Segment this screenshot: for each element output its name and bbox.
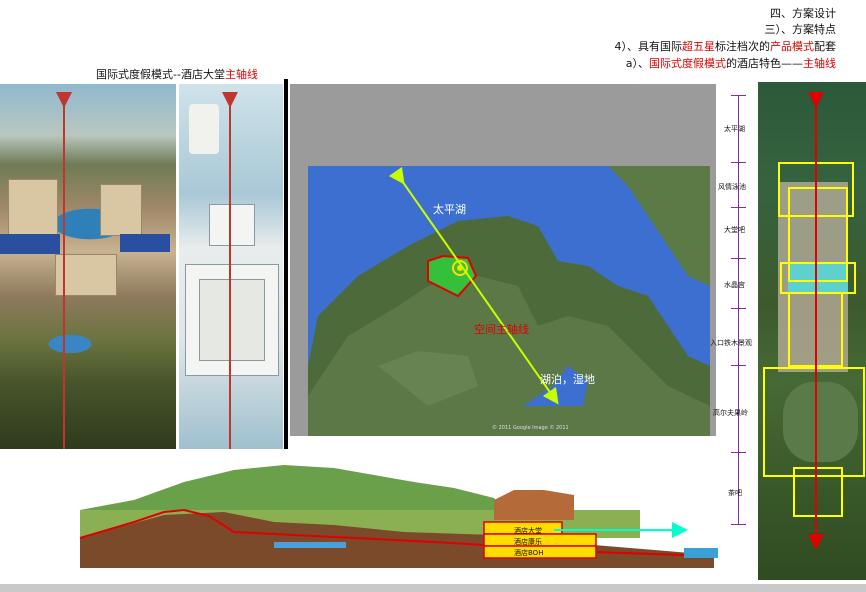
ruler-tick [731,258,746,259]
ruler-label-lake: 太平湖 [724,125,745,133]
master-plan [758,82,866,580]
axis-arrow-photo [56,92,72,449]
ruler-label-golf: 高尔夫果岭 [713,409,748,417]
feature-subheading: a）、国际式度假模式的酒店特色——主轴线 [626,56,836,72]
heading-line-2: 三）、方案特点 [764,23,837,36]
ruler-tick [731,365,746,366]
ruler-label-tea-bar: 茶吧 [728,489,742,497]
ruler-tick [731,207,746,208]
footer-bar [0,584,866,592]
lake-label: 太平湖 [433,203,466,216]
ruler-label-pool: 风情泳池 [718,183,746,191]
ruler-tick [731,524,746,525]
heading-line-4-highlight-2: 主轴线 [803,57,836,70]
axis-arrow-master-plan [808,92,824,550]
heading-line-3-pre: 4）、具有国际 [614,40,683,53]
axis-arrow-plan [222,92,238,449]
ruler-tick [731,162,746,163]
heading-line-3-highlight-2: 产品模式 [770,40,814,53]
divider-bar [284,79,288,449]
heading-line-4-mid: 的酒店特色—— [726,57,803,70]
caption-text: 国际式度假模式--酒店大堂 [96,68,225,81]
axis-label: 空间主轴线 [474,323,529,336]
heading-line-4-pre: a）、 [625,57,649,70]
ruler-label-lobby-bar: 大堂吧 [724,226,745,234]
hotel-site-plan [179,84,283,449]
heading-line-3-post: 配套 [814,40,836,53]
feature-heading: 4）、具有国际超五星标注档次的产品模式配套 [615,39,837,55]
heading-line-1: 四、方案设计 [770,7,836,20]
label-lobby: 酒店大堂 [514,527,542,535]
heading-line-3-highlight-1: 超五星 [682,40,715,53]
section-heading: 四、方案设计 [770,6,836,22]
resort-aerial-photo [0,84,176,449]
ruler-label-entrance: 入口铁木景观 [710,339,752,347]
ruler-tick [731,452,746,453]
label-recreation: 酒店康乐 [514,538,542,546]
map-credit: © 2011 Google Image © 2011 [492,425,569,431]
heading-line-3-mid: 标注档次的 [715,40,770,53]
subsection-heading: 三）、方案特点 [765,22,837,38]
elevation-section: 酒店大堂 酒店康乐 酒店BOH [74,460,724,575]
ruler-line [738,95,739,525]
wetland-label: 湖泊，湿地 [540,373,595,386]
ruler-label-crystal-palace: 水晶宫 [724,281,745,289]
ruler-tick [731,308,746,309]
label-boh: 酒店BOH [514,549,544,557]
ruler-tick [731,95,746,96]
satellite-map: 太平湖 空间主轴线 湖泊，湿地 [308,166,710,436]
heading-line-4-highlight-1: 国际式度假模式 [649,57,726,70]
caption-highlight: 主轴线 [224,68,258,81]
left-caption: 国际式度假模式--酒店大堂主轴线 [96,66,258,82]
